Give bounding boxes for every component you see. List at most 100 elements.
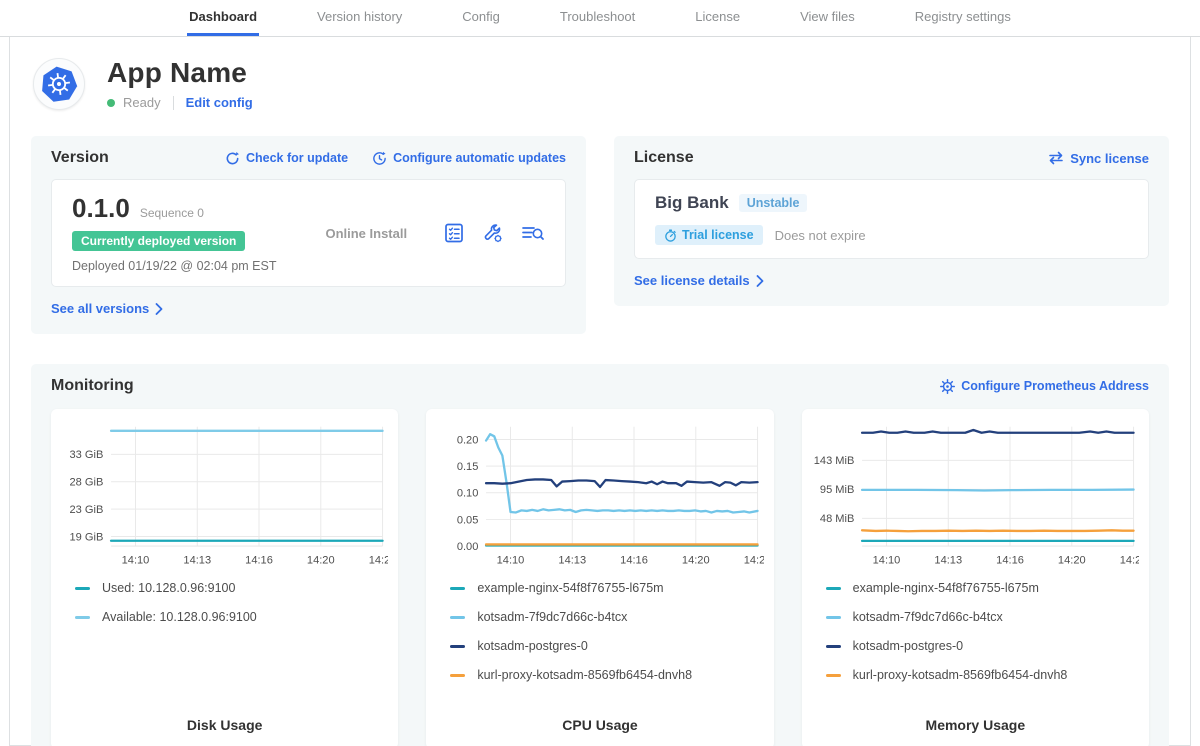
legend-label: Used: 10.128.0.96:9100 bbox=[102, 581, 235, 595]
check-for-update-link[interactable]: Check for update bbox=[225, 151, 348, 166]
configure-automatic-updates-link[interactable]: Configure automatic updates bbox=[372, 151, 566, 166]
cpu-usage-chart: 14:1014:1314:1614:2014:230.000.050.100.1… bbox=[436, 419, 763, 573]
chevron-right-icon bbox=[756, 275, 764, 287]
svg-text:0.05: 0.05 bbox=[457, 514, 479, 526]
version-number: 0.1.0 bbox=[72, 193, 130, 224]
legend-swatch bbox=[450, 616, 465, 619]
sync-icon bbox=[1048, 151, 1064, 165]
legend-label: Available: 10.128.0.96:9100 bbox=[102, 610, 257, 624]
license-panel: Big Bank Unstable Trial license Does not… bbox=[634, 179, 1149, 259]
svg-text:33 GiB: 33 GiB bbox=[70, 449, 104, 461]
disk-usage-legend: Used: 10.128.0.96:9100 Available: 10.128.… bbox=[75, 581, 388, 624]
status-dot bbox=[107, 99, 115, 107]
monitoring-title: Monitoring bbox=[51, 377, 134, 395]
svg-text:23 GiB: 23 GiB bbox=[70, 504, 104, 516]
legend-label: kurl-proxy-kotsadm-8569fb6454-dnvh8 bbox=[477, 668, 692, 682]
legend-swatch bbox=[826, 674, 841, 677]
legend-item: Used: 10.128.0.96:9100 bbox=[75, 581, 388, 595]
svg-text:0.00: 0.00 bbox=[457, 541, 479, 553]
svg-text:14:10: 14:10 bbox=[872, 554, 900, 566]
legend-label: kotsadm-postgres-0 bbox=[477, 639, 587, 653]
divider bbox=[173, 96, 174, 110]
deployed-timestamp: Deployed 01/19/22 @ 02:04 pm EST bbox=[72, 259, 290, 273]
svg-text:14:16: 14:16 bbox=[621, 554, 649, 566]
disk-usage-chart: 14:1014:1314:1614:2014:2319 GiB23 GiB28 … bbox=[61, 419, 388, 573]
content-card: App Name Ready Edit config Version bbox=[9, 37, 1191, 746]
app-header-text: App Name Ready Edit config bbox=[107, 57, 253, 110]
legend-item: kotsadm-postgres-0 bbox=[450, 639, 763, 653]
tab-registry-settings[interactable]: Registry settings bbox=[913, 0, 1013, 36]
svg-text:14:20: 14:20 bbox=[1058, 554, 1086, 566]
refresh-icon bbox=[225, 151, 240, 166]
legend-item: kotsadm-postgres-0 bbox=[826, 639, 1139, 653]
kubernetes-icon bbox=[33, 58, 85, 110]
legend-item: kurl-proxy-kotsadm-8569fb6454-dnvh8 bbox=[826, 668, 1139, 682]
legend-label: kotsadm-7f9dc7d66c-b4tcx bbox=[477, 610, 627, 624]
channel-badge: Unstable bbox=[739, 194, 808, 212]
app-header: App Name Ready Edit config bbox=[31, 53, 1169, 110]
legend-swatch bbox=[450, 674, 465, 677]
view-diff-files-icon[interactable] bbox=[521, 222, 545, 244]
tab-view-files[interactable]: View files bbox=[798, 0, 857, 36]
legend-swatch bbox=[75, 616, 90, 619]
svg-text:143 MiB: 143 MiB bbox=[813, 455, 854, 467]
svg-text:14:23: 14:23 bbox=[369, 554, 389, 566]
charts-row: 14:10 14:13 14:16 14:20 14:23 19 GiB 23 GiB 28 … bbox=[51, 409, 1149, 746]
tab-troubleshoot[interactable]: Troubleshoot bbox=[558, 0, 637, 36]
memory-usage-chart-card: 14:1014:1314:1614:2014:2348 MiB95 MiB143… bbox=[802, 409, 1149, 746]
tab-version-history[interactable]: Version history bbox=[315, 0, 404, 36]
nav-tabs: Dashboard Version history Config Troublesho… bbox=[187, 0, 1013, 36]
legend-swatch bbox=[826, 587, 841, 590]
trial-license-badge: Trial license bbox=[655, 225, 763, 245]
configure-prometheus-link[interactable]: Configure Prometheus Address bbox=[940, 379, 1149, 394]
svg-text:14:16: 14:16 bbox=[245, 554, 273, 566]
license-card: License Sync license Big Bank Unstable bbox=[614, 136, 1169, 306]
cpu-usage-chart-title: CPU Usage bbox=[436, 707, 763, 733]
check-for-update-label: Check for update bbox=[246, 151, 348, 165]
customer-name: Big Bank bbox=[655, 193, 729, 213]
svg-text:28 GiB: 28 GiB bbox=[70, 477, 104, 489]
monitoring-section: Monitoring Configur bbox=[31, 364, 1169, 746]
edit-config-link[interactable]: Edit config bbox=[186, 95, 253, 110]
preflight-checks-icon[interactable] bbox=[443, 222, 465, 244]
deployed-badge: Currently deployed version bbox=[72, 231, 245, 251]
see-license-details-link[interactable]: See license details bbox=[634, 273, 764, 288]
disk-usage-chart-title: Disk Usage bbox=[61, 707, 388, 733]
svg-text:14:23: 14:23 bbox=[744, 554, 764, 566]
cpu-usage-legend: example-nginx-54f8f76755-l675m kotsadm-7f… bbox=[450, 581, 763, 682]
svg-text:19 GiB: 19 GiB bbox=[70, 531, 104, 543]
svg-text:14:23: 14:23 bbox=[1119, 554, 1139, 566]
svg-text:14:16: 14:16 bbox=[996, 554, 1024, 566]
svg-text:14:13: 14:13 bbox=[934, 554, 962, 566]
license-card-title: License bbox=[634, 149, 694, 167]
legend-item: Available: 10.128.0.96:9100 bbox=[75, 610, 388, 624]
sync-license-link[interactable]: Sync license bbox=[1048, 151, 1149, 166]
svg-text:14:10: 14:10 bbox=[122, 554, 150, 566]
edit-config-wrench-icon[interactable] bbox=[482, 222, 504, 244]
svg-text:0.10: 0.10 bbox=[457, 488, 479, 500]
memory-usage-legend: example-nginx-54f8f76755-l675m kotsadm-7f… bbox=[826, 581, 1139, 682]
legend-label: kotsadm-7f9dc7d66c-b4tcx bbox=[853, 610, 1003, 624]
see-license-details-label: See license details bbox=[634, 273, 750, 288]
svg-text:48 MiB: 48 MiB bbox=[820, 513, 854, 525]
legend-swatch bbox=[450, 587, 465, 590]
stopwatch-icon bbox=[664, 229, 677, 242]
see-all-versions-link[interactable]: See all versions bbox=[51, 301, 163, 316]
svg-text:14:13: 14:13 bbox=[183, 554, 211, 566]
cpu-usage-chart-card: 14:1014:1314:1614:2014:230.000.050.100.1… bbox=[426, 409, 773, 746]
legend-label: example-nginx-54f8f76755-l675m bbox=[853, 581, 1039, 595]
current-version-panel: 0.1.0 Sequence 0 Currently deployed vers… bbox=[51, 179, 566, 287]
legend-swatch bbox=[75, 587, 90, 590]
version-card-title: Version bbox=[51, 149, 109, 167]
legend-label: kotsadm-postgres-0 bbox=[853, 639, 963, 653]
configure-automatic-updates-label: Configure automatic updates bbox=[393, 151, 566, 165]
legend-item: example-nginx-54f8f76755-l675m bbox=[450, 581, 763, 595]
legend-swatch bbox=[826, 645, 841, 648]
tab-dashboard[interactable]: Dashboard bbox=[187, 0, 259, 36]
version-sequence: Sequence 0 bbox=[140, 206, 204, 220]
legend-item: example-nginx-54f8f76755-l675m bbox=[826, 581, 1139, 595]
tab-license[interactable]: License bbox=[693, 0, 742, 36]
legend-swatch bbox=[826, 616, 841, 619]
legend-label: kurl-proxy-kotsadm-8569fb6454-dnvh8 bbox=[853, 668, 1068, 682]
tab-config[interactable]: Config bbox=[460, 0, 502, 36]
